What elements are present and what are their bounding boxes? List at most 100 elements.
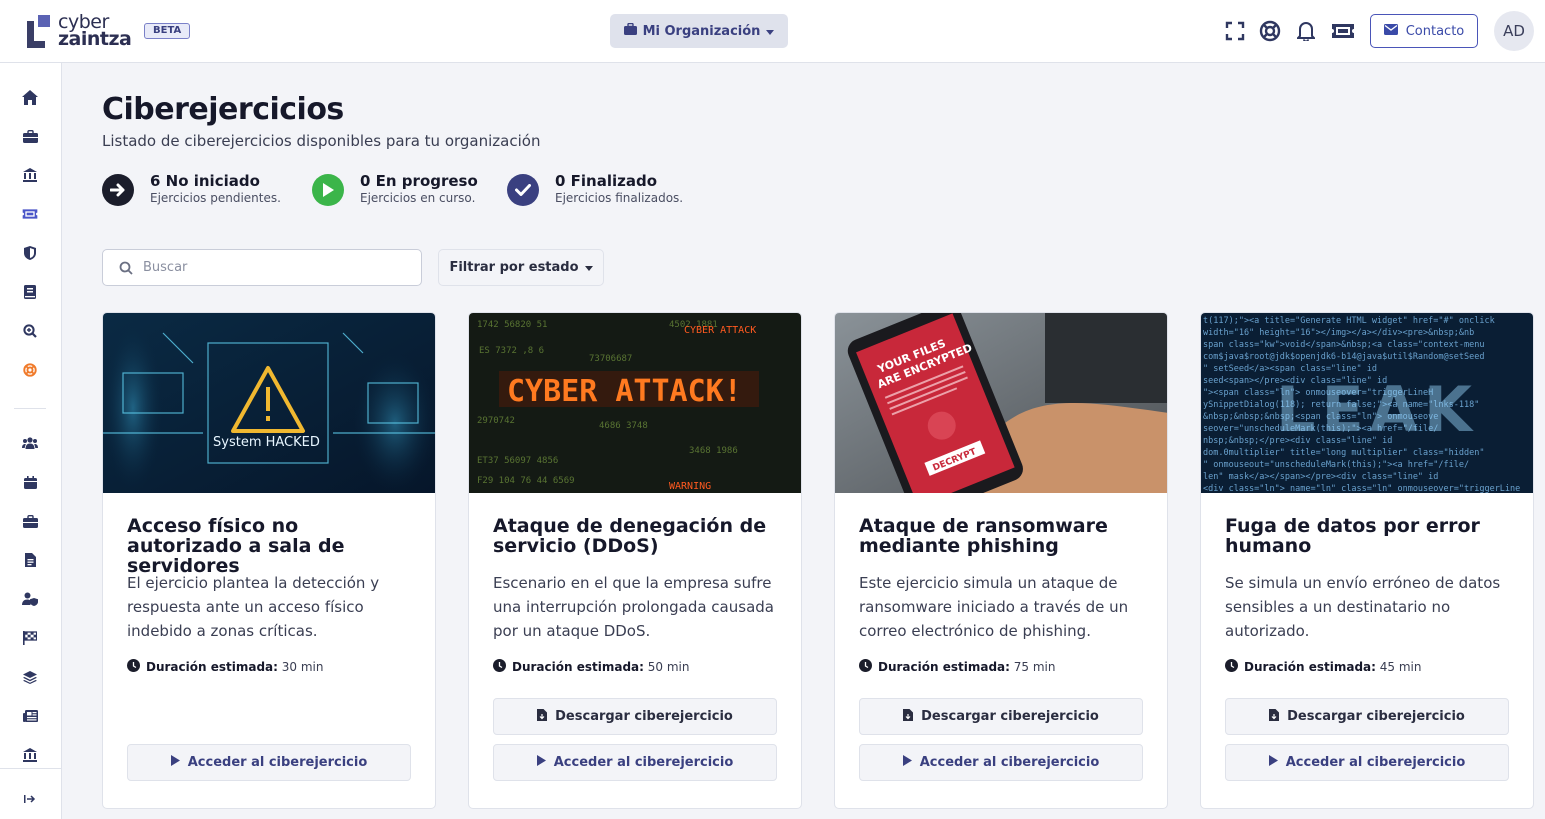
- card-title: Ataque de ransomware mediante phishing: [859, 515, 1108, 557]
- svg-text:WARNING: WARNING: [669, 481, 711, 492]
- image-caption: System HACKED: [213, 435, 320, 450]
- access-label: Acceder al ciberejercicio: [919, 755, 1100, 770]
- search-input[interactable]: [143, 260, 403, 275]
- sidebar-item-calendar[interactable]: [20, 472, 40, 492]
- support-lifebuoy-icon[interactable]: [1258, 19, 1282, 43]
- card-duration: Duración estimada: 45 min: [1225, 659, 1421, 675]
- ticket-icon[interactable]: [1331, 19, 1355, 43]
- card-duration: Duración estimada: 30 min: [127, 659, 323, 675]
- sidebar-item-user-shield[interactable]: [20, 589, 40, 609]
- play-icon: [170, 755, 180, 770]
- svg-text:3468 1986: 3468 1986: [689, 446, 738, 456]
- access-exercise-button[interactable]: Acceder al ciberejercicio: [1225, 744, 1509, 781]
- sidebar-item-briefcase-2[interactable]: [20, 511, 40, 531]
- stat-desc: Ejercicios pendientes.: [150, 191, 281, 205]
- briefcase-icon: [22, 514, 38, 528]
- svg-text:t(117);"><a title="Generate HT: t(117);"><a title="Generate HTML widget"…: [1203, 316, 1495, 326]
- image-caption: LEAK: [1276, 373, 1478, 446]
- play-icon: [536, 755, 546, 770]
- sidebar-item-search[interactable]: [20, 321, 40, 341]
- card-description: El ejercicio plantea la detección y resp…: [127, 574, 380, 640]
- exercise-card: YOUR FILES ARE ENCRYPTED DECRYPT Ataque …: [834, 312, 1168, 809]
- sidebar-item-home[interactable]: [20, 87, 40, 107]
- clock-icon: [493, 659, 506, 675]
- exercise-card: t(117);"><a title="Generate HTML widget"…: [1200, 312, 1534, 809]
- svg-text:<div class="ln"> name="ln" cla: <div class="ln"> name="ln" class="ln" on…: [1203, 484, 1520, 493]
- download-exercise-button[interactable]: Descargar ciberejercicio: [1225, 698, 1509, 735]
- user-avatar[interactable]: AD: [1494, 11, 1534, 51]
- svg-text:width="16" height="16"></img><: width="16" height="16"></img></a></div><…: [1203, 328, 1474, 338]
- svg-text:" onmouseout="unscheduleMark(t: " onmouseout="unscheduleMark(this);"><a …: [1203, 460, 1469, 470]
- organization-dropdown[interactable]: Mi Organización: [610, 14, 788, 48]
- svg-text:ES 7372 ,8 6: ES 7372 ,8 6: [479, 346, 544, 356]
- sidebar-item-shield[interactable]: [20, 243, 40, 263]
- flag-checkered-icon: [23, 631, 37, 645]
- sidebar-item-file[interactable]: [20, 550, 40, 570]
- check-icon: [507, 173, 539, 206]
- ticket-icon: [22, 209, 38, 219]
- users-icon: [22, 437, 38, 449]
- sidebar-item-bank[interactable]: [20, 165, 40, 185]
- logo-mark-icon: [27, 14, 51, 48]
- contact-button[interactable]: Contacto: [1370, 14, 1478, 48]
- card-title: Fuga de datos por error humano: [1225, 515, 1480, 557]
- logo[interactable]: cyber zaintza: [27, 13, 132, 49]
- sidebar-item-bank-2[interactable]: [20, 745, 40, 765]
- exercise-card: 1742 56820 51 4502 1881 ES 7372 ,8 6 737…: [468, 312, 802, 809]
- svg-text:com$java$root@jdk$openjdk6-b14: com$java$root@jdk$openjdk6-b14@java$util…: [1203, 352, 1484, 362]
- card-description: Escenario en el que la empresa sufre una…: [493, 574, 774, 640]
- filter-label: Filtrar por estado: [449, 260, 579, 275]
- sidebar-item-book[interactable]: [20, 282, 40, 302]
- svg-text:len" mask</a></span></pre><div: len" mask</a></span></pre><div class="li…: [1203, 472, 1438, 482]
- access-exercise-button[interactable]: Acceder al ciberejercicio: [127, 744, 411, 781]
- shield-icon: [24, 246, 36, 260]
- svg-text:1742 56820 51: 1742 56820 51: [477, 320, 547, 330]
- envelope-icon: [1383, 23, 1398, 39]
- sidebar-item-flag[interactable]: [20, 628, 40, 648]
- image-caption: CYBER ATTACK!: [507, 374, 742, 409]
- clock-icon: [1225, 659, 1238, 675]
- contact-label: Contacto: [1405, 23, 1465, 39]
- download-label: Descargar ciberejercicio: [555, 709, 733, 724]
- sidebar-collapse-toggle[interactable]: [20, 789, 40, 809]
- sidebar-item-users[interactable]: [20, 433, 40, 453]
- sidebar-item-support[interactable]: [20, 360, 40, 380]
- top-header: cyber zaintza BETA Mi Organización Conta…: [0, 0, 1545, 63]
- lifebuoy-icon: [23, 363, 37, 377]
- access-label: Acceder al ciberejercicio: [553, 755, 734, 770]
- bank-icon: [23, 748, 37, 762]
- download-exercise-button[interactable]: Descargar ciberejercicio: [493, 698, 777, 735]
- sidebar-item-layers[interactable]: [20, 667, 40, 687]
- card-description: Este ejercicio simula un ataque de ranso…: [859, 574, 1129, 640]
- stat-desc: Ejercicios finalizados.: [555, 191, 684, 205]
- stat-title: 0 En progreso: [360, 172, 478, 190]
- access-exercise-button[interactable]: Acceder al ciberejercicio: [859, 744, 1143, 781]
- duration-label: Duración estimada:: [512, 660, 644, 674]
- access-exercise-button[interactable]: Acceder al ciberejercicio: [493, 744, 777, 781]
- bell-icon[interactable]: [1294, 19, 1318, 43]
- play-icon: [312, 173, 344, 206]
- stat-in-progress: 0 En progreso Ejercicios en curso.: [312, 173, 478, 206]
- card-image: t(117);"><a title="Generate HTML widget"…: [1201, 313, 1533, 493]
- filter-status-dropdown[interactable]: Filtrar por estado: [438, 249, 604, 286]
- stat-desc: Ejercicios en curso.: [360, 191, 476, 205]
- clock-icon: [127, 659, 140, 675]
- page-title: Ciberejercicios: [102, 92, 344, 127]
- sidebar-item-briefcase[interactable]: [20, 126, 40, 146]
- download-exercise-button[interactable]: Descargar ciberejercicio: [859, 698, 1143, 735]
- caret-down-icon: [766, 24, 775, 39]
- beta-badge: BETA: [144, 23, 191, 39]
- sidebar-item-news[interactable]: [20, 706, 40, 726]
- stat-title: 6 No iniciado: [150, 172, 260, 190]
- book-icon: [24, 285, 36, 299]
- card-duration: Duración estimada: 50 min: [493, 659, 689, 675]
- sidebar-item-ciberejercicios[interactable]: [20, 204, 40, 224]
- briefcase-icon: [623, 22, 637, 39]
- calendar-icon: [23, 475, 37, 489]
- fullscreen-icon[interactable]: [1223, 19, 1247, 43]
- card-duration: Duración estimada: 75 min: [859, 659, 1055, 675]
- file-download-icon: [537, 708, 548, 725]
- duration-value: 45 min: [1379, 660, 1422, 674]
- home-icon: [22, 89, 38, 105]
- card-image: 1742 56820 51 4502 1881 ES 7372 ,8 6 737…: [469, 313, 801, 493]
